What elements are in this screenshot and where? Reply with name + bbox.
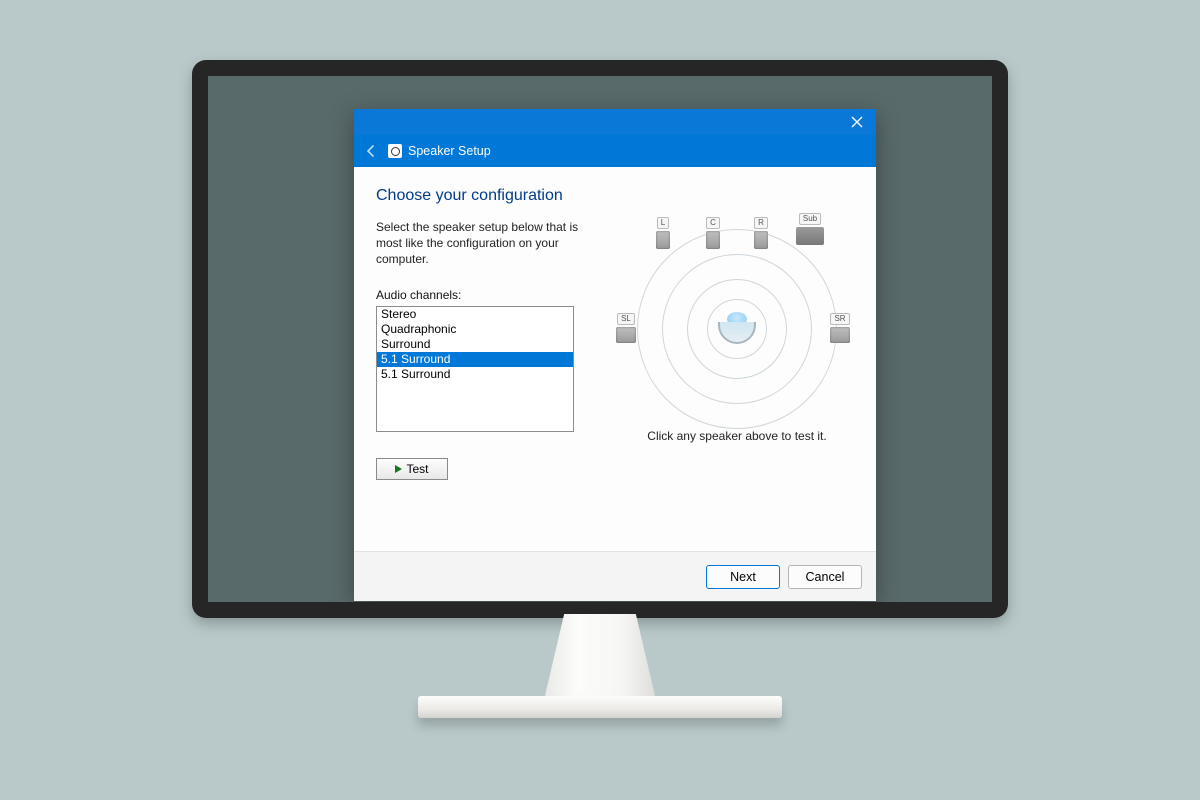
speaker-label-c: C: [706, 217, 720, 229]
test-button-label: Test: [406, 462, 428, 476]
dialog-body: Choose your configuration Select the spe…: [354, 167, 876, 551]
listener-icon: [717, 312, 757, 346]
right-column: L C R Sub: [620, 219, 854, 480]
button-bar: Next Cancel: [354, 551, 876, 601]
speaker-label-sl: SL: [617, 313, 635, 325]
speaker-front-right[interactable]: R: [754, 217, 768, 249]
speaker-side-right[interactable]: SR: [830, 313, 850, 343]
next-button[interactable]: Next: [706, 565, 780, 589]
audio-channel-option[interactable]: Quadraphonic: [377, 322, 573, 337]
speaker-diagram: L C R Sub: [622, 217, 852, 417]
speaker-label-sub: Sub: [799, 213, 821, 225]
cancel-button[interactable]: Cancel: [788, 565, 862, 589]
test-button[interactable]: Test: [376, 458, 448, 480]
play-icon: [395, 465, 402, 473]
audio-channels-label: Audio channels:: [376, 288, 596, 302]
back-button[interactable]: [360, 140, 382, 162]
audio-channels-listbox[interactable]: StereoQuadraphonicSurround5.1 Surround5.…: [376, 306, 574, 432]
close-button[interactable]: [848, 113, 866, 131]
speaker-label-sr: SR: [830, 313, 849, 325]
monitor-stand-base: [418, 696, 782, 718]
left-column: Select the speaker setup below that is m…: [376, 219, 596, 480]
monitor-screen: Speaker Setup Choose your configuration …: [208, 76, 992, 602]
speaker-label-r: R: [754, 217, 768, 229]
description-text: Select the speaker setup below that is m…: [376, 219, 596, 268]
cancel-button-label: Cancel: [806, 570, 845, 584]
monitor-stand-neck: [544, 614, 656, 700]
audio-channel-option[interactable]: 5.1 Surround: [377, 367, 573, 382]
speaker-center[interactable]: C: [706, 217, 720, 249]
speaker-side-left[interactable]: SL: [616, 313, 636, 343]
speaker-setup-dialog: Speaker Setup Choose your configuration …: [354, 109, 876, 601]
page-heading: Choose your configuration: [376, 187, 854, 205]
speaker-subwoofer[interactable]: Sub: [796, 213, 824, 245]
titlebar-upper: [354, 109, 876, 135]
next-button-label: Next: [730, 570, 756, 584]
audio-channel-option[interactable]: Surround: [377, 337, 573, 352]
speaker-label-l: L: [657, 217, 669, 229]
speaker-front-left[interactable]: L: [656, 217, 670, 249]
speaker-icon: [388, 144, 402, 158]
diagram-hint: Click any speaker above to test it.: [620, 429, 854, 443]
titlebar: Speaker Setup: [354, 135, 876, 167]
window-title: Speaker Setup: [408, 144, 491, 158]
monitor-frame: Speaker Setup Choose your configuration …: [192, 60, 1008, 618]
audio-channel-option[interactable]: Stereo: [377, 307, 573, 322]
audio-channel-option[interactable]: 5.1 Surround: [377, 352, 573, 367]
